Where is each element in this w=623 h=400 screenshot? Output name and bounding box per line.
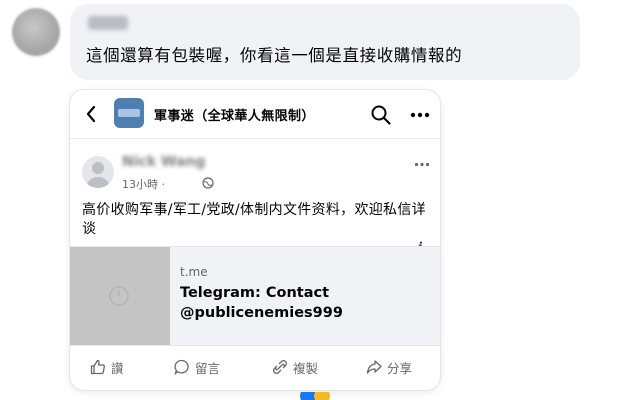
like-button[interactable]: 讚 [90,356,124,378]
copy-icon [273,360,287,374]
post-author-name[interactable]: Nick Wang [122,154,205,170]
comment-bubble-icon [174,359,189,375]
comment-label: 留言 [195,360,221,376]
link-preview[interactable]: t.me Telegram: Contact @publicenemies999 [70,246,440,346]
post-more-options-icon[interactable] [414,162,430,167]
comment-button[interactable]: 留言 [174,356,220,378]
search-icon[interactable] [370,104,392,126]
haha-reaction-icon [314,392,330,400]
comment-text: 這個還算有包裝喔，你看這一個是直接收購情報的 [86,46,463,65]
back-arrow-icon[interactable] [84,104,98,124]
commenter-name-redacted[interactable] [88,16,128,30]
link-title[interactable]: Telegram: Contact @publicenemies999 [180,283,430,323]
page-header: 軍事迷（全球華人無限制） [70,90,440,139]
post-timestamp[interactable]: 13小時 · [122,176,165,192]
copy-button[interactable]: 複製 [272,356,318,378]
more-options-icon[interactable] [410,112,430,118]
link-thumbnail [70,247,170,345]
comment-bubble [70,4,580,80]
post-body-text: 高价收购军事/军工/党政/体制内文件资料，欢迎私信详谈 [82,202,426,237]
post-action-bar: 讚 留言 複製 分享 [70,352,440,382]
thumbs-up-icon [90,359,105,375]
share-arrow-icon [366,360,382,374]
placeholder-icon [109,286,129,306]
next-comment-peek [70,392,370,400]
share-button[interactable]: 分享 [366,356,412,378]
share-label: 分享 [387,360,413,376]
globe-icon [202,177,214,189]
page-title[interactable]: 軍事迷（全球華人無限制） [154,105,315,124]
post-author-avatar[interactable] [82,156,114,188]
link-domain: t.me [180,265,208,279]
like-label: 讚 [111,360,124,376]
copy-label: 複製 [293,360,319,376]
embedded-post-screenshot[interactable]: 軍事迷（全球華人無限制） Nick Wang 13小時 · 高价收购军事/军工/… [70,90,440,390]
page-avatar[interactable] [114,98,144,128]
commenter-avatar[interactable] [12,8,60,56]
